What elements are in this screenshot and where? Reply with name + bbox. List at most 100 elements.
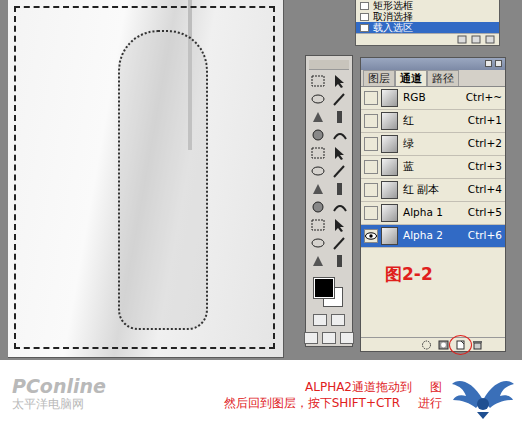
channel-shortcut: Ctrl+2 [468, 136, 502, 152]
channel-row[interactable]: 蓝Ctrl+3 [361, 156, 505, 179]
caption-text: 图 [430, 380, 442, 394]
visibility-toggle[interactable] [364, 91, 378, 105]
history-item[interactable]: 取消选择 [356, 11, 499, 22]
channel-thumbnail [381, 204, 398, 222]
quickmask-mode-button[interactable] [331, 314, 345, 326]
visibility-toggle[interactable] [364, 183, 378, 197]
color-swatches[interactable] [312, 276, 346, 308]
figure-selection [118, 30, 208, 330]
crop-icon[interactable] [309, 109, 327, 125]
channel-shortcut: Ctrl+6 [468, 228, 502, 244]
gradient-icon[interactable] [331, 163, 349, 179]
channel-name: 红 [401, 113, 465, 129]
watermark-site: 太平洋电脑网 [12, 397, 162, 413]
channel-row[interactable]: 绿Ctrl+2 [361, 133, 505, 156]
notes-icon[interactable] [309, 235, 327, 251]
trash-icon[interactable] [472, 340, 483, 350]
history-item[interactable]: 载入选区 [356, 22, 499, 33]
panel-tab[interactable]: 路径 [427, 70, 459, 86]
channel-row[interactable]: RGBCtrl+~ [361, 87, 505, 110]
slice-icon[interactable] [331, 109, 349, 125]
channel-row[interactable]: Alpha 1Ctrl+5 [361, 202, 505, 225]
panel-tab[interactable]: 图层 [363, 70, 395, 86]
marquee-icon[interactable] [309, 73, 327, 89]
history-label: 矩形选框 [373, 0, 413, 11]
visibility-toggle[interactable] [364, 160, 378, 174]
toolbox-header [309, 60, 349, 70]
tool-grid [309, 73, 349, 269]
channel-thumbnail [381, 181, 398, 199]
panel-tabs: 图层通道路径 [361, 70, 505, 87]
panel-close-button[interactable] [495, 60, 502, 67]
brush-icon[interactable] [331, 127, 349, 143]
eyedropper-icon[interactable] [331, 235, 349, 251]
panel-menu-button[interactable] [485, 60, 492, 67]
panel-titlebar [361, 58, 505, 70]
caption-area: PConline太平洋电脑网ALPHA2通道拖动到图然后回到图层，按下SHIFT… [0, 360, 522, 427]
history-item[interactable]: 矩形选框 [356, 0, 499, 11]
caption-text: ALPHA2通道拖动到 [305, 380, 412, 394]
visibility-toggle[interactable] [364, 206, 378, 220]
caption-text: 进行 [418, 396, 442, 410]
stamp-icon[interactable] [309, 145, 327, 161]
figure-label: 图2-2 [385, 264, 505, 284]
wings-logo-icon [450, 370, 516, 420]
new-document-icon[interactable] [471, 35, 481, 44]
trash-icon[interactable] [485, 35, 495, 44]
dodge-icon[interactable] [331, 181, 349, 197]
save-selection-icon[interactable] [438, 340, 449, 350]
visibility-toggle[interactable] [364, 114, 378, 128]
panel-tab[interactable]: 通道 [395, 70, 427, 86]
channel-thumbnail [381, 89, 398, 107]
hand-icon[interactable] [309, 253, 327, 269]
new-channel-icon[interactable] [455, 340, 466, 350]
screen-mode-button[interactable] [304, 332, 318, 344]
channel-name: RGB [401, 90, 463, 106]
move-icon[interactable] [331, 73, 349, 89]
visibility-toggle[interactable] [364, 137, 378, 151]
snapshot-icon[interactable] [457, 35, 467, 44]
caption-text: 然后回到图层，按下SHIFT+CTR [224, 396, 400, 410]
history-state-icon [360, 24, 369, 32]
workspace: 矩形选框取消选择载入选区 图层通道路径RGBCtrl+~红Ctrl+1绿Ctrl… [0, 0, 522, 360]
channel-row[interactable]: 红 副本Ctrl+4 [361, 179, 505, 202]
lasso-icon[interactable] [309, 91, 327, 107]
document-photo[interactable] [8, 0, 284, 358]
new-channel-button[interactable] [455, 340, 466, 350]
visibility-toggle[interactable] [364, 229, 378, 243]
screen-mode-button[interactable] [340, 332, 354, 344]
channel-thumbnail [381, 112, 398, 130]
eraser-icon[interactable] [309, 163, 327, 179]
channel-name: 蓝 [401, 159, 465, 175]
channel-thumbnail [381, 227, 398, 245]
caption-line: 然后回到图层，按下SHIFT+CTR 进行 [170, 395, 442, 411]
blur-icon[interactable] [309, 181, 327, 197]
channel-row[interactable]: 红Ctrl+1 [361, 110, 505, 133]
annotation-circle [449, 335, 472, 355]
channel-name: 红 副本 [401, 182, 465, 198]
channel-thumbnail [381, 158, 398, 176]
zoom-icon[interactable] [331, 253, 349, 269]
caption-line: ALPHA2通道拖动到 图 [170, 379, 442, 395]
history-brush-icon[interactable] [331, 145, 349, 161]
pen-icon[interactable] [309, 217, 327, 233]
path-select-icon[interactable] [309, 199, 327, 215]
shape-icon[interactable] [331, 217, 349, 233]
channel-shortcut: Ctrl+~ [466, 90, 502, 106]
channel-row[interactable]: Alpha 2Ctrl+6 [361, 225, 505, 248]
eye-icon [365, 232, 377, 240]
load-selection-icon[interactable] [421, 340, 432, 350]
caption: ALPHA2通道拖动到 图然后回到图层，按下SHIFT+CTR 进行 [170, 379, 442, 411]
type-icon[interactable] [331, 199, 349, 215]
channel-shortcut: Ctrl+5 [468, 205, 502, 221]
foreground-color-swatch[interactable] [314, 278, 334, 298]
mask-mode-row [313, 314, 345, 326]
screen-mode-button[interactable] [322, 332, 336, 344]
channel-name: Alpha 1 [401, 205, 465, 221]
wand-icon[interactable] [331, 91, 349, 107]
toolbox [305, 55, 353, 347]
standard-mode-button[interactable] [313, 314, 327, 326]
history-label: 取消选择 [373, 11, 413, 22]
panel-empty-area: 图2-2 [361, 248, 505, 337]
heal-icon[interactable] [309, 127, 327, 143]
